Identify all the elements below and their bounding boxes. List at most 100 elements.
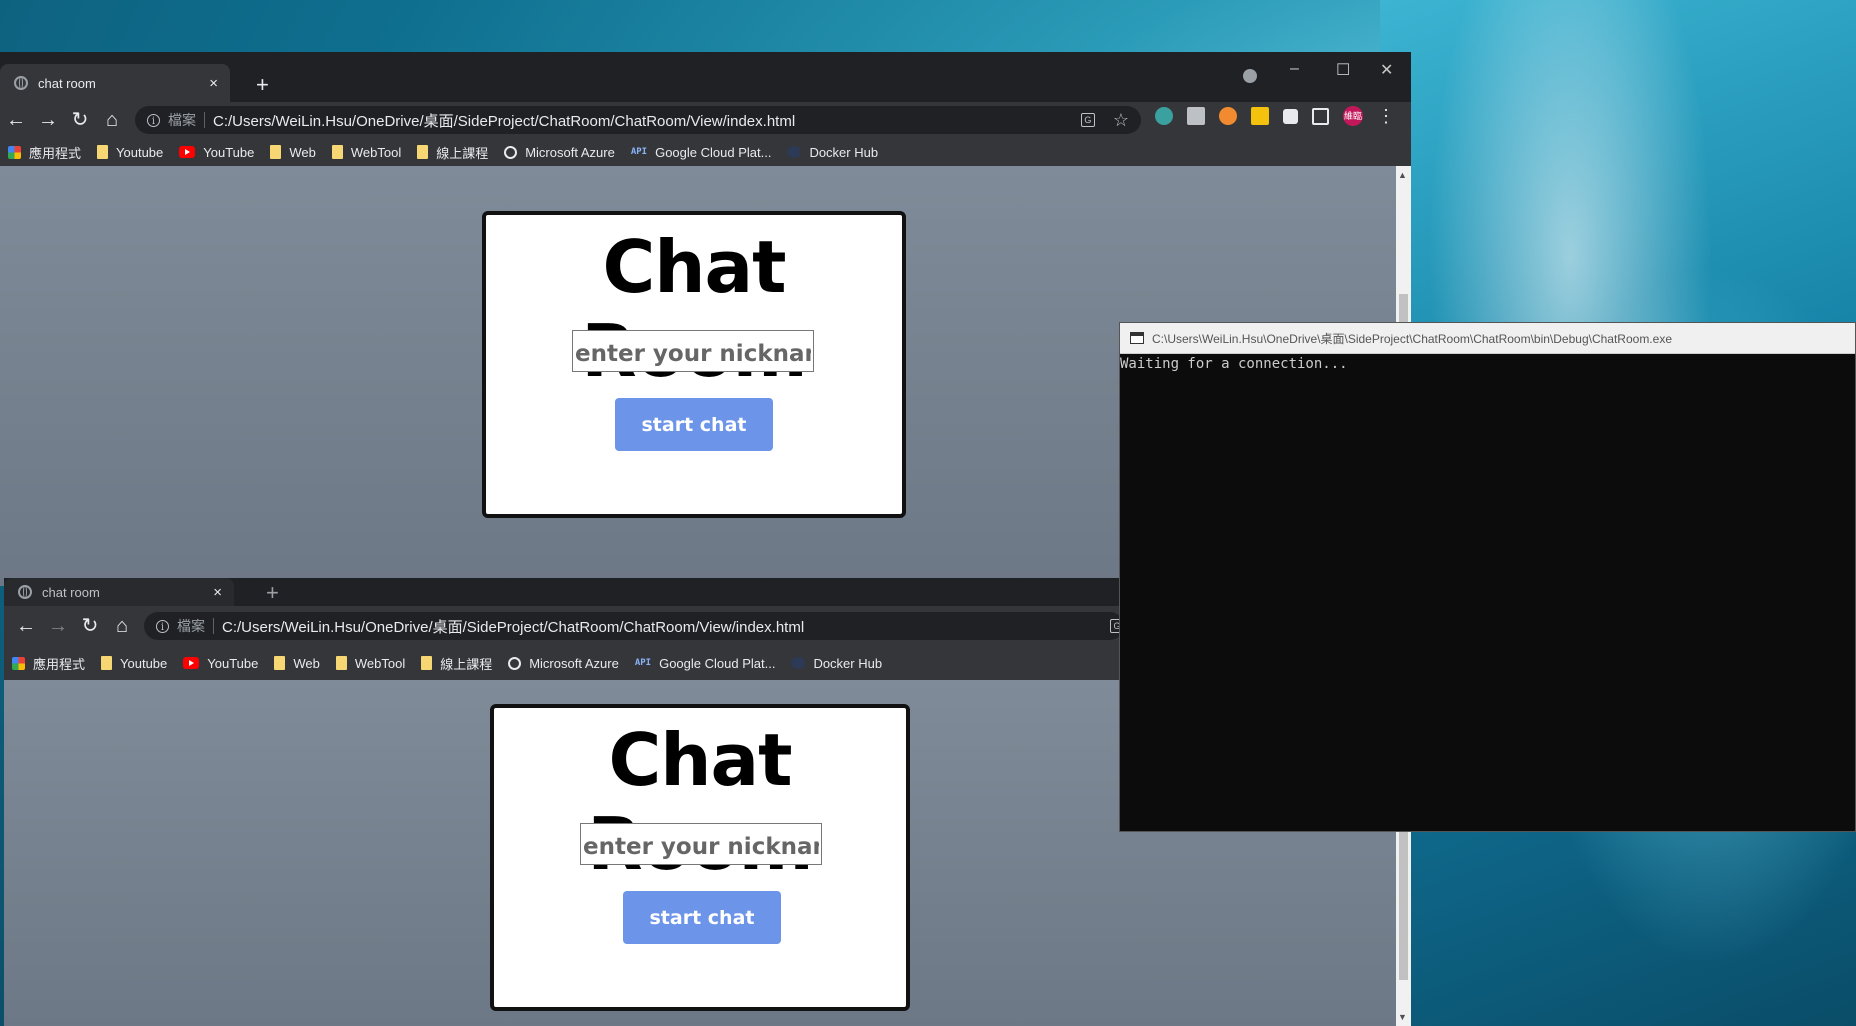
bookmark-webtool[interactable]: WebTool xyxy=(335,655,406,671)
bookmark-online-courses[interactable]: 線上課程 xyxy=(417,143,488,162)
youtube-icon xyxy=(183,657,200,669)
bookmark-google-cloud[interactable]: API Google Cloud Plat... xyxy=(635,656,776,671)
folder-icon xyxy=(274,656,286,670)
puzzle-icon[interactable] xyxy=(1283,108,1298,124)
tab-strip: chat room × + – ☐ ✕ xyxy=(0,52,1411,102)
bookmark-label: Docker Hub xyxy=(809,144,879,160)
tab-close-button[interactable]: × xyxy=(209,75,218,92)
scroll-down-icon[interactable]: ▼ xyxy=(1398,1012,1407,1022)
translate-icon[interactable]: G xyxy=(1080,113,1095,127)
nickname-input[interactable] xyxy=(580,823,822,865)
folder-icon xyxy=(101,656,113,670)
bookmark-apps[interactable]: 應用程式 xyxy=(12,654,85,673)
reload-button[interactable]: ↻ xyxy=(64,102,96,138)
tab-chat-room[interactable]: chat room × xyxy=(4,578,234,606)
side-panel-icon[interactable] xyxy=(1312,107,1329,125)
home-button[interactable]: ⌂ xyxy=(96,102,128,138)
forward-button[interactable]: → xyxy=(42,608,74,644)
chat-room-card: Chat Room start chat xyxy=(482,211,906,518)
folder-icon xyxy=(97,145,109,159)
menu-icon[interactable]: ⋮ xyxy=(1377,106,1395,126)
bookmark-label: 應用程式 xyxy=(33,656,86,672)
tab-chat-room[interactable]: chat room × xyxy=(0,64,230,102)
new-tab-button[interactable]: + xyxy=(266,582,279,604)
console-line: Waiting for a connection... xyxy=(1120,356,1348,372)
bookmark-label: 線上課程 xyxy=(440,656,493,672)
bookmark-azure[interactable]: Microsoft Azure xyxy=(504,145,615,160)
start-chat-button[interactable]: start chat xyxy=(615,398,773,451)
api-icon: API xyxy=(630,147,648,157)
info-icon[interactable]: i xyxy=(156,619,169,633)
reload-button[interactable]: ↻ xyxy=(74,608,106,644)
extensions-area: 維臨 ⋮ xyxy=(1155,106,1395,126)
bookmark-youtube-folder[interactable]: Youtube xyxy=(97,145,163,160)
bookmark-youtube[interactable]: YouTube xyxy=(183,656,258,671)
folder-icon xyxy=(421,656,433,670)
tab-close-button[interactable]: × xyxy=(213,584,222,601)
bookmark-label: Youtube xyxy=(120,655,168,671)
bookmark-label: Youtube xyxy=(116,144,164,160)
url-text[interactable]: C:/Users/WeiLin.Hsu/OneDrive/桌面/SideProj… xyxy=(213,110,795,131)
folder-icon xyxy=(270,145,282,159)
extension-icon-4[interactable] xyxy=(1251,107,1269,125)
start-chat-button[interactable]: start chat xyxy=(623,891,781,944)
folder-icon xyxy=(335,656,347,670)
folder-icon xyxy=(331,145,343,159)
bookmark-label: Web xyxy=(289,144,316,160)
divider xyxy=(213,618,214,634)
youtube-icon xyxy=(179,146,196,158)
bookmark-online-courses[interactable]: 線上課程 xyxy=(421,654,492,673)
extension-icon-1[interactable] xyxy=(1155,107,1173,125)
back-button[interactable]: ← xyxy=(10,608,42,644)
tab-title: chat room xyxy=(38,75,96,91)
bookmark-label: Web xyxy=(293,655,320,671)
bookmarks-bar: 應用程式 Youtube YouTube Web WebTool 線上課程 Mi… xyxy=(0,138,1411,167)
scroll-up-icon[interactable]: ▲ xyxy=(1398,170,1407,180)
bookmark-label: Google Cloud Plat... xyxy=(655,144,772,160)
folder-icon xyxy=(417,145,429,159)
home-button[interactable]: ⌂ xyxy=(106,608,138,644)
maximize-button[interactable]: ☐ xyxy=(1336,60,1350,80)
close-window-button[interactable]: ✕ xyxy=(1380,60,1393,80)
bookmark-label: YouTube xyxy=(203,144,255,160)
bookmark-label: Microsoft Azure xyxy=(525,144,615,160)
new-tab-button[interactable]: + xyxy=(256,74,269,96)
extension-icon-3[interactable] xyxy=(1219,107,1237,125)
bookmark-youtube-folder[interactable]: Youtube xyxy=(101,656,167,671)
nickname-input[interactable] xyxy=(572,330,814,372)
bookmark-star-icon[interactable]: ☆ xyxy=(1113,111,1129,129)
bookmark-apps[interactable]: 應用程式 xyxy=(8,143,81,162)
bookmark-azure[interactable]: Microsoft Azure xyxy=(508,656,619,671)
bookmark-web[interactable]: Web xyxy=(274,656,320,671)
console-app-icon xyxy=(1130,332,1144,344)
bookmark-label: WebTool xyxy=(350,144,402,160)
address-bar[interactable]: i 檔案 C:/Users/WeiLin.Hsu/OneDrive/桌面/Sid… xyxy=(144,612,1124,640)
bookmark-label: 應用程式 xyxy=(29,145,82,161)
info-icon[interactable]: i xyxy=(147,113,160,127)
address-bar[interactable]: i 檔案 C:/Users/WeiLin.Hsu/OneDrive/桌面/Sid… xyxy=(135,106,1141,134)
bookmark-webtool[interactable]: WebTool xyxy=(331,144,402,160)
tab-search-icon[interactable] xyxy=(1243,69,1257,83)
bookmark-label: WebTool xyxy=(354,655,406,671)
console-output[interactable]: Waiting for a connection... xyxy=(1120,354,1855,372)
tab-title: chat room xyxy=(42,584,100,600)
minimize-button[interactable]: – xyxy=(1290,60,1299,78)
console-title-bar[interactable]: C:\Users\WeiLin.Hsu\OneDrive\桌面\SideProj… xyxy=(1120,323,1855,354)
api-icon: API xyxy=(634,658,652,668)
bookmark-label: Microsoft Azure xyxy=(529,655,619,671)
url-text[interactable]: C:/Users/WeiLin.Hsu/OneDrive/桌面/SideProj… xyxy=(222,616,804,637)
bookmark-web[interactable]: Web xyxy=(270,145,316,160)
bookmark-docker-hub[interactable]: Docker Hub xyxy=(791,656,882,671)
chat-room-card: Chat Room start chat xyxy=(490,704,910,1011)
bookmark-youtube[interactable]: YouTube xyxy=(179,145,254,160)
bookmark-label: 線上課程 xyxy=(436,145,489,161)
docker-icon xyxy=(787,146,802,158)
profile-avatar[interactable]: 維臨 xyxy=(1343,106,1363,126)
forward-button[interactable]: → xyxy=(32,102,64,138)
bookmark-google-cloud[interactable]: API Google Cloud Plat... xyxy=(631,145,772,160)
globe-icon xyxy=(14,76,28,90)
back-button[interactable]: ← xyxy=(0,102,32,138)
bookmark-label: Google Cloud Plat... xyxy=(659,655,776,671)
bookmark-docker-hub[interactable]: Docker Hub xyxy=(787,145,878,160)
extension-icon-2[interactable] xyxy=(1187,107,1205,125)
